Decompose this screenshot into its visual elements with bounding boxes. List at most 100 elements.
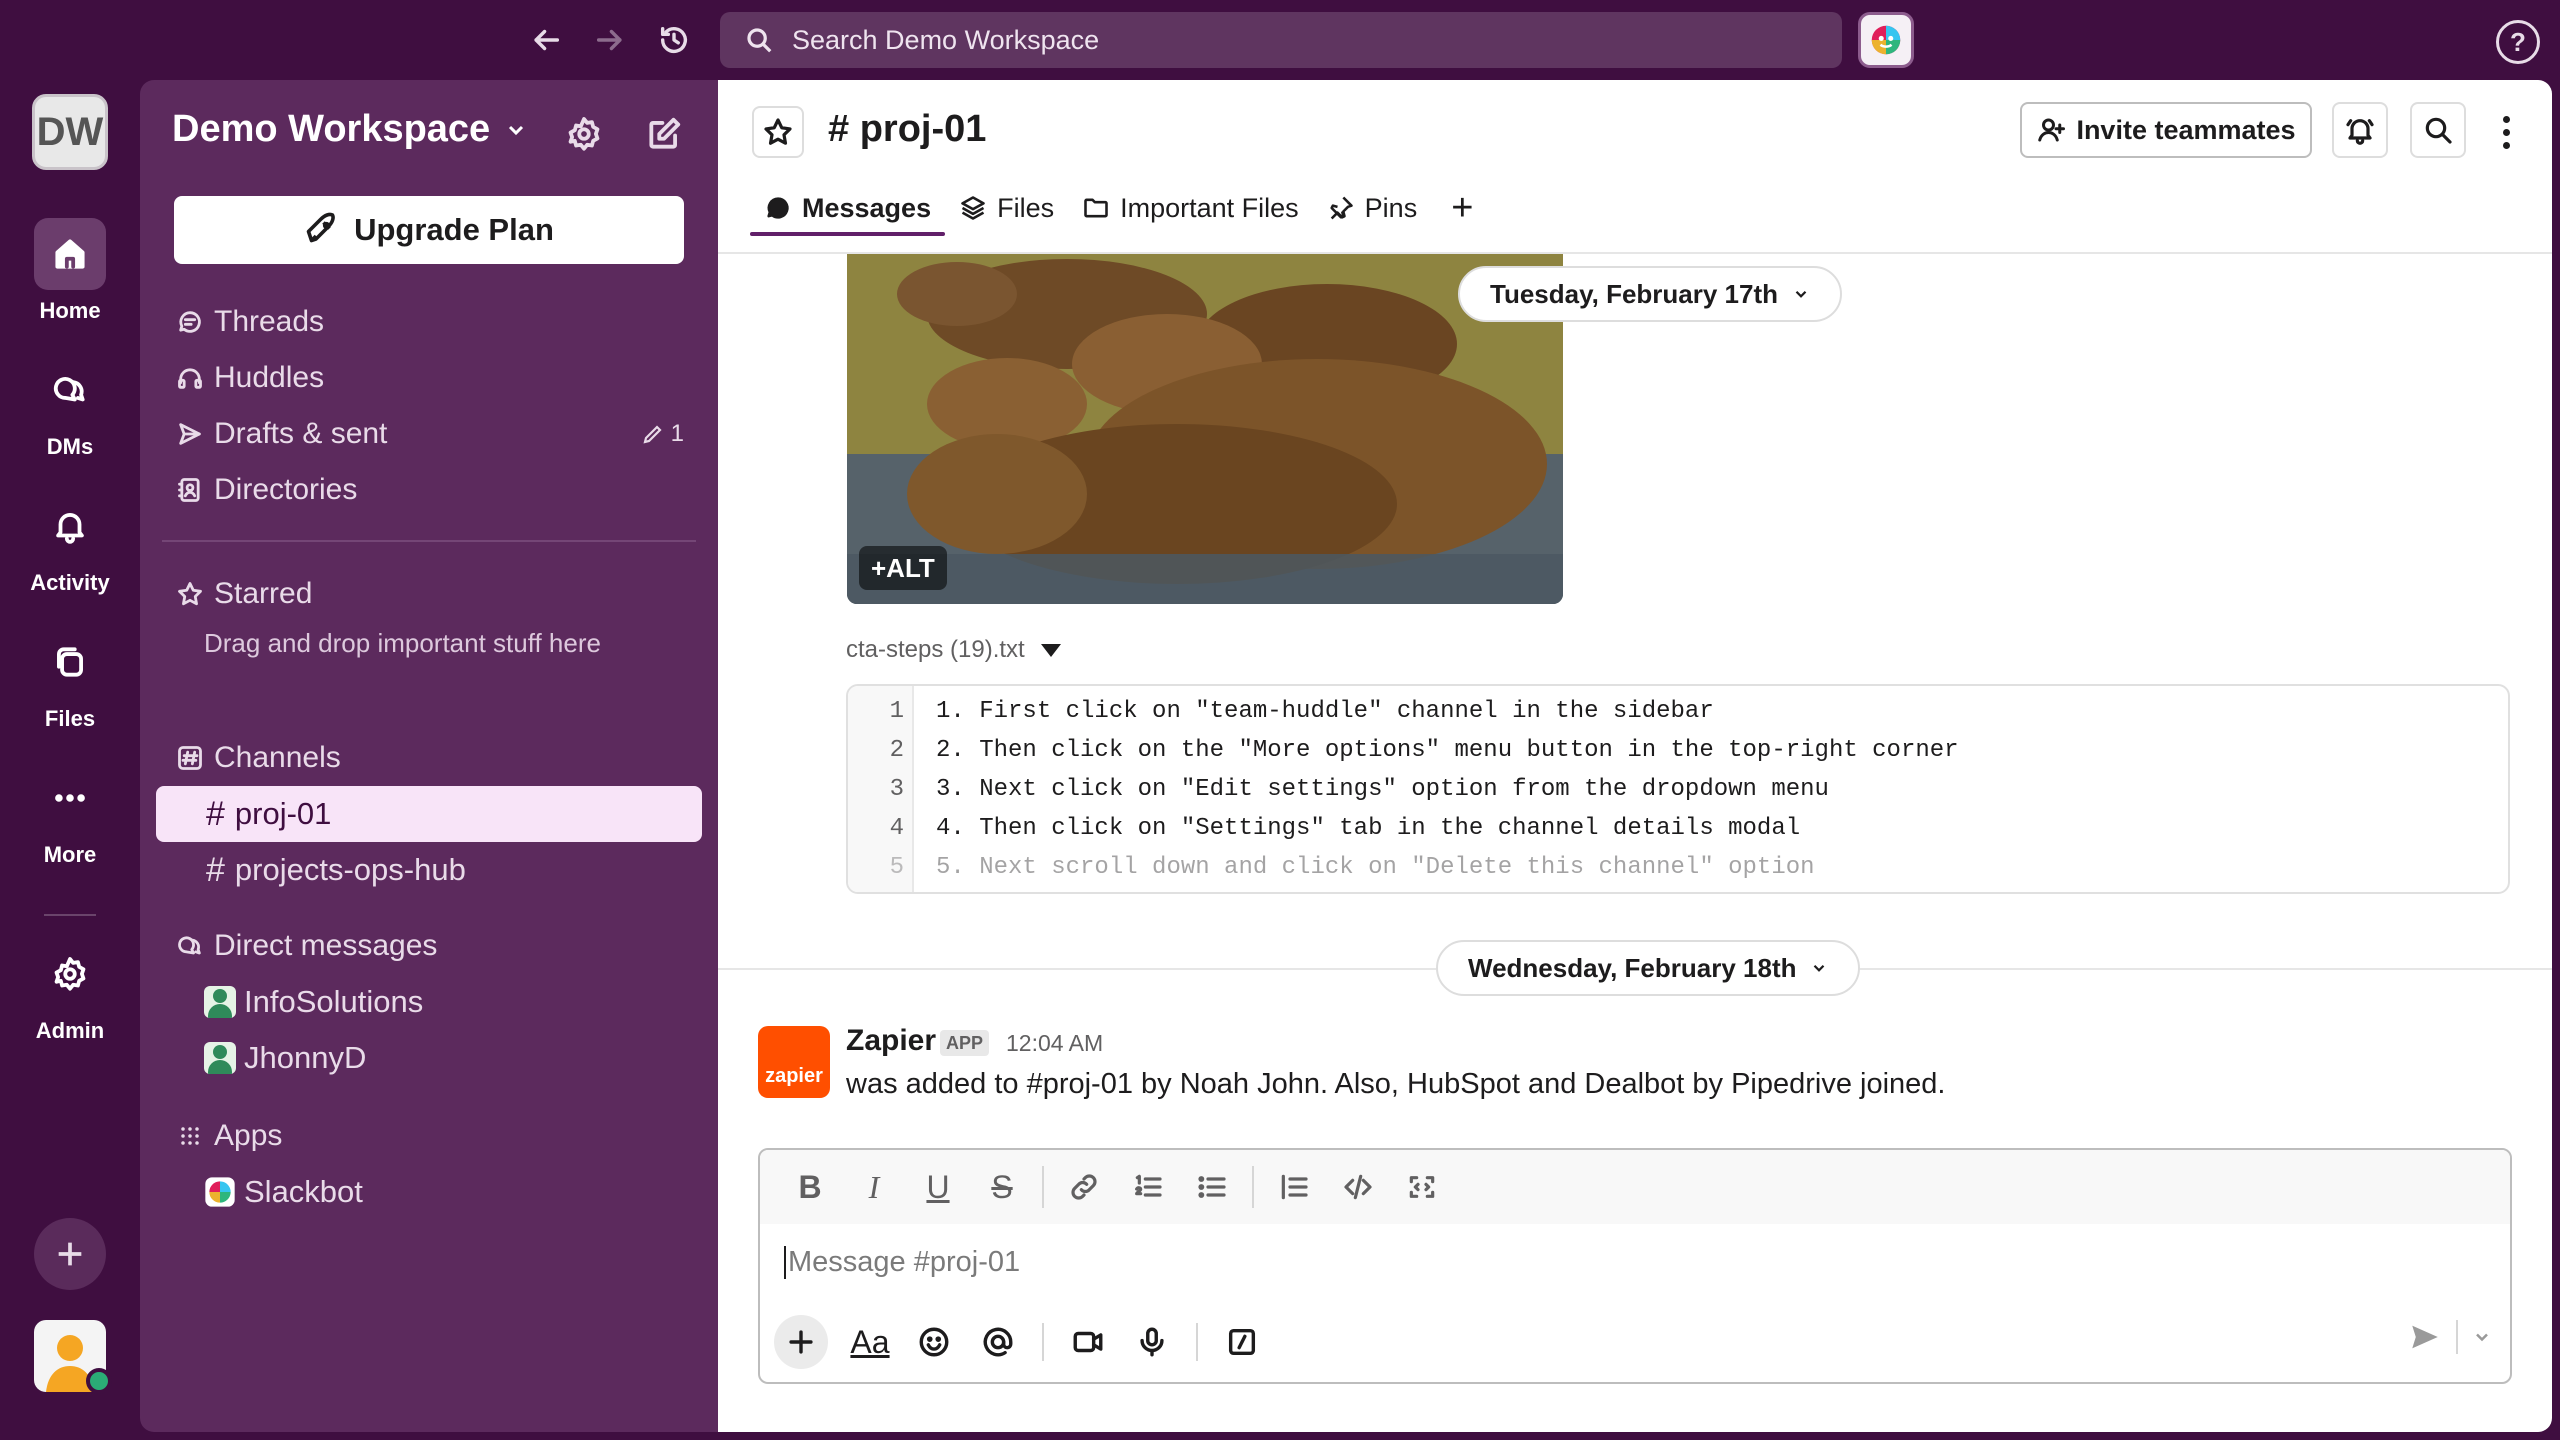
search-channel-button[interactable] [2410, 102, 2466, 158]
search-icon [2425, 117, 2452, 144]
strikethrough-button[interactable]: S [970, 1159, 1034, 1215]
channel-title[interactable]: # proj-01 [828, 108, 986, 151]
link-icon [1071, 1174, 1097, 1200]
underline-button[interactable]: U [906, 1159, 970, 1215]
search-icon [747, 28, 772, 53]
italic-button[interactable]: I [842, 1159, 906, 1215]
link-button[interactable] [1052, 1159, 1116, 1215]
date-divider-feb-18[interactable]: Wednesday, February 18th [1436, 940, 1861, 996]
file-name: cta-steps (19).txt [846, 636, 1025, 663]
collapse-triangle-icon[interactable] [1040, 643, 1061, 657]
date-divider-feb-17[interactable]: Tuesday, February 17th [1458, 266, 1843, 322]
channel-name: projects-ops-hub [234, 852, 466, 887]
sidebar-item-drafts[interactable]: Drafts & sent 1 [174, 408, 684, 460]
sidebar-item-threads[interactable]: Threads [174, 296, 684, 348]
workspace-rail: DW Home DMs Activity Files More Admin [0, 80, 140, 1440]
attach-button[interactable] [774, 1315, 828, 1369]
rail-dms[interactable]: DMs [0, 354, 140, 460]
composer-actions: Aa [774, 1312, 1274, 1372]
dms-icon [53, 377, 85, 402]
rail-divider [44, 914, 96, 916]
apps-grid-icon [181, 1127, 199, 1145]
code-button[interactable] [1326, 1159, 1390, 1215]
pencil-icon [643, 425, 662, 444]
workspace-menu[interactable]: Demo Workspace [172, 108, 528, 151]
audio-clip-button[interactable] [1120, 1312, 1184, 1372]
mention-button[interactable] [966, 1312, 1030, 1372]
sidebar-channel-projects-ops-hub[interactable]: # projects-ops-hub [156, 842, 702, 898]
code-line: 5 5. Next scroll down and click on "Delet… [889, 854, 1815, 881]
section-direct-messages[interactable]: Direct messages [174, 920, 684, 972]
rail-home[interactable]: Home [0, 218, 140, 324]
tab-files[interactable]: Files [945, 182, 1068, 234]
message-composer: B I U S Message #proj-01 Aa [758, 1148, 2512, 1384]
section-starred[interactable]: Starred [174, 568, 684, 620]
rail-files[interactable]: Files [0, 626, 140, 732]
add-person-icon [2038, 118, 2066, 142]
workspace-avatar[interactable]: DW [32, 94, 108, 170]
capybara-photo [847, 254, 1563, 604]
dm-item-jhonnyd[interactable]: JhonnyD [204, 1032, 366, 1084]
tab-important-files[interactable]: Important Files [1068, 182, 1313, 234]
ordered-list-button[interactable] [1116, 1159, 1180, 1215]
invite-teammates-button[interactable]: Invite teammates [2020, 102, 2312, 158]
code-block-button[interactable] [1390, 1159, 1454, 1215]
bold-button[interactable]: B [778, 1159, 842, 1215]
file-header[interactable]: cta-steps (19).txt [846, 636, 1061, 664]
star-icon [178, 582, 202, 606]
history-icon[interactable] [650, 16, 698, 64]
help-icon[interactable]: ? [2496, 20, 2540, 64]
compose-icon [649, 117, 681, 149]
rail-admin[interactable]: Admin [0, 938, 140, 1044]
sidebar-item-directories[interactable]: Directories [174, 464, 684, 516]
message-timestamp[interactable]: 12:04 AM [1006, 1030, 1103, 1057]
tab-messages[interactable]: Messages [750, 182, 946, 236]
bullet-list-button[interactable] [1180, 1159, 1244, 1215]
section-channels[interactable]: Channels [174, 732, 684, 784]
add-tab-button[interactable]: + [1431, 182, 1493, 234]
rail-files-label: Files [44, 706, 96, 731]
slackbot-app-icon[interactable] [1858, 12, 1914, 68]
more-options-icon[interactable] [2486, 106, 2526, 158]
invite-label: Invite teammates [2076, 114, 2296, 145]
back-arrow-icon[interactable] [522, 16, 570, 64]
rail-dms-label: DMs [46, 434, 94, 459]
rail-activity[interactable]: Activity [0, 490, 140, 596]
sidebar-item-huddles[interactable]: Huddles [174, 352, 684, 404]
compose-button[interactable] [640, 110, 688, 158]
section-apps[interactable]: Apps [174, 1110, 684, 1162]
formatting-toggle-button[interactable]: Aa [838, 1312, 902, 1372]
notifications-button[interactable] [2332, 102, 2388, 158]
schedule-chevron-icon[interactable] [2472, 1327, 2492, 1347]
section-channels-label: Channels [214, 741, 341, 774]
sidebar-item-label: Drafts & sent [214, 417, 388, 450]
emoji-button[interactable] [902, 1312, 966, 1372]
message-input[interactable]: Message #proj-01 [784, 1246, 1020, 1279]
app-item-slackbot[interactable]: Slackbot [204, 1166, 363, 1218]
rail-activity-label: Activity [30, 570, 110, 595]
message-text: was added to #proj-01 by Noah John. Also… [846, 1068, 1946, 1100]
search-input[interactable]: Search Demo Workspace [720, 12, 1842, 68]
more-dots-icon [55, 794, 85, 802]
workspace-settings-button[interactable] [560, 110, 608, 158]
blockquote-button[interactable] [1262, 1159, 1326, 1215]
video-clip-button[interactable] [1056, 1312, 1120, 1372]
file-preview[interactable]: 1 1. First click on "team-huddle" channel… [846, 684, 2510, 894]
forward-arrow-icon[interactable] [586, 16, 634, 64]
sidebar-channel-proj-01[interactable]: # proj-01 [156, 786, 702, 842]
add-alt-text-button[interactable]: +ALT [859, 546, 947, 590]
slash-command-button[interactable] [1210, 1312, 1274, 1372]
send-icon [179, 423, 201, 445]
add-workspace-button[interactable] [34, 1218, 106, 1290]
rail-admin-label: Admin [35, 1018, 105, 1043]
tab-pins[interactable]: Pins [1313, 182, 1432, 234]
message-sender[interactable]: Zapier [846, 1024, 936, 1058]
star-channel-button[interactable] [752, 106, 804, 158]
image-attachment[interactable]: +ALT [847, 254, 1563, 604]
send-icon[interactable] [2408, 1320, 2442, 1354]
zapier-avatar[interactable]: zapier [758, 1026, 830, 1098]
rail-more[interactable]: More [0, 762, 140, 868]
files-icon [57, 647, 83, 677]
dm-item-infosolutions[interactable]: InfoSolutions [204, 976, 423, 1028]
upgrade-plan-button[interactable]: Upgrade Plan [174, 196, 684, 264]
